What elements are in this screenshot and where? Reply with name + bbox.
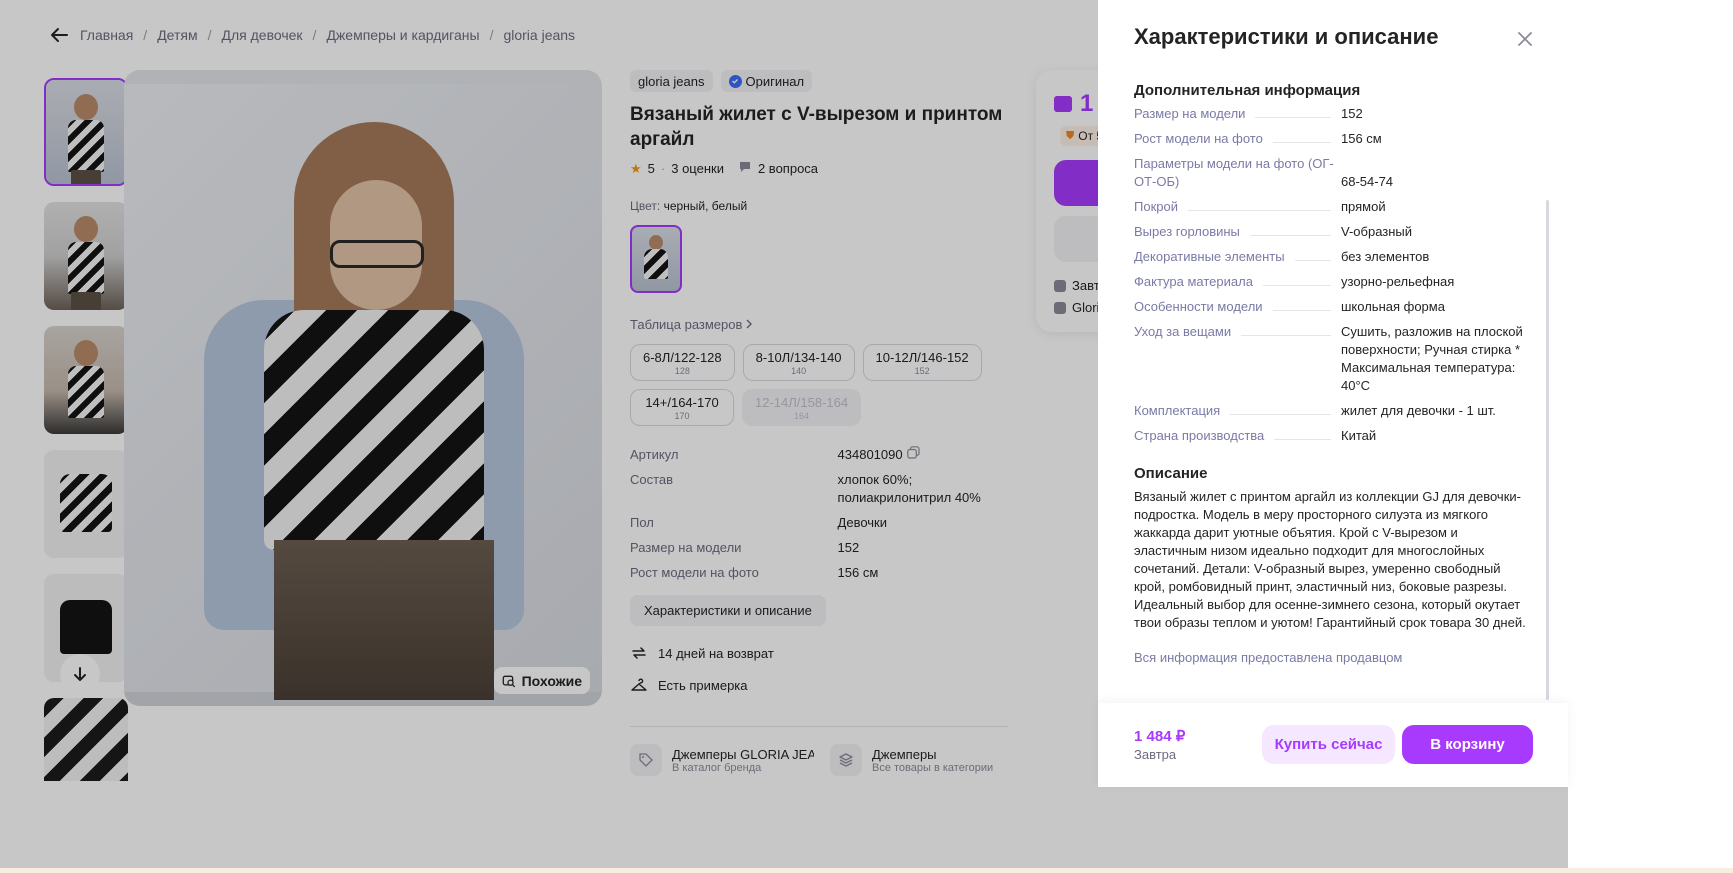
characteristic-name-label: Страна производства (1134, 428, 1265, 443)
characteristic-row: Покрой прямой (1134, 198, 1530, 216)
leader-line (1249, 235, 1331, 236)
characteristic-value: узорно-рельефная (1341, 274, 1455, 289)
characteristic-name-label: Параметры модели на фото (ОГ-ОТ-ОБ) (1134, 156, 1334, 189)
characteristic-name: Рост модели на фото (1134, 130, 1341, 148)
characteristic-name-label: Размер на модели (1134, 106, 1246, 121)
characteristic-value: 156 см (1341, 131, 1382, 146)
characteristic-name-label: Покрой (1134, 199, 1178, 214)
characteristic-row: Размер на модели 152 (1134, 105, 1530, 123)
page-margin (1568, 0, 1733, 873)
characteristic-value: V-образный (1341, 224, 1413, 239)
leader-line (1274, 439, 1331, 440)
leader-line (1272, 142, 1331, 143)
buy-now-button[interactable]: Купить сейчас (1262, 725, 1395, 764)
panel-content: Дополнительная информация Размер на моде… (1134, 82, 1530, 690)
characteristic-name: Покрой (1134, 198, 1341, 216)
description-text: Вязаный жилет с принтом аргайл из коллек… (1134, 489, 1526, 630)
leader-line (1255, 117, 1331, 118)
leader-line (1262, 285, 1331, 286)
characteristic-name-label: Уход за вещами (1134, 324, 1232, 339)
close-button[interactable] (1514, 28, 1536, 50)
seller-info-note: Вся информация предоставлена продавцом (1134, 650, 1403, 665)
characteristics-panel: Характеристики и описание Дополнительная… (1098, 0, 1568, 787)
characteristic-row: Фактура материала узорно-рельефная (1134, 273, 1530, 291)
characteristic-name: Декоративные элементы (1134, 248, 1341, 266)
characteristic-name-label: Вырез горловины (1134, 224, 1240, 239)
characteristic-name: Размер на модели (1134, 105, 1341, 123)
characteristic-name: Комплектация (1134, 402, 1341, 420)
characteristic-name: Особенности модели (1134, 298, 1341, 316)
characteristic-name-label: Декоративные элементы (1134, 249, 1285, 264)
characteristic-value: школьная форма (1341, 299, 1445, 314)
close-icon (1518, 32, 1532, 46)
characteristic-value: Сушить, разложив на плоской поверхности;… (1341, 324, 1523, 393)
characteristic-value: Китай (1341, 428, 1377, 443)
leader-line (1294, 260, 1331, 261)
characteristic-name: Фактура материала (1134, 273, 1341, 291)
characteristic-row: Вырез горловины V-образный (1134, 223, 1530, 241)
page-bottom-strip (0, 868, 1733, 873)
characteristic-value: прямой (1341, 199, 1386, 214)
characteristic-row: Особенности модели школьная форма (1134, 298, 1530, 316)
characteristic-name-label: Рост модели на фото (1134, 131, 1263, 146)
footer-delivery: Завтра (1134, 747, 1177, 762)
characteristic-name: Вырез горловины (1134, 223, 1341, 241)
characteristic-name: Параметры модели на фото (ОГ-ОТ-ОБ) (1134, 155, 1341, 191)
characteristic-name-label: Фактура материала (1134, 274, 1253, 289)
characteristic-value: 68-54-74 (1341, 174, 1394, 189)
footer-price: 1 484 ₽ (1134, 728, 1186, 745)
characteristic-value: без элементов (1341, 249, 1430, 264)
panel-title: Характеристики и описание (1134, 24, 1439, 49)
characteristic-row: Страна производства Китай (1134, 427, 1530, 445)
characteristic-row: Уход за вещами Сушить, разложив на плоск… (1134, 323, 1530, 395)
characteristic-row: Декоративные элементы без элементов (1134, 248, 1530, 266)
leader-line (1241, 335, 1331, 336)
characteristic-row: Рост модели на фото 156 см (1134, 130, 1530, 148)
extra-info-title: Дополнительная информация (1134, 82, 1361, 99)
leader-line (1230, 414, 1331, 415)
leader-line (1187, 210, 1331, 211)
characteristic-value: 152 (1341, 106, 1363, 121)
panel-scrollbar[interactable] (1546, 200, 1549, 700)
characteristic-row: Комплектация жилет для девочки - 1 шт. (1134, 402, 1530, 420)
characteristic-name: Уход за вещами (1134, 323, 1341, 341)
characteristic-value: жилет для девочки - 1 шт. (1341, 403, 1496, 418)
characteristic-name-label: Комплектация (1134, 403, 1221, 418)
characteristic-name: Страна производства (1134, 427, 1341, 445)
characteristic-row: Параметры модели на фото (ОГ-ОТ-ОБ) 68-5… (1134, 155, 1530, 191)
characteristic-name-label: Особенности модели (1134, 299, 1263, 314)
leader-line (1272, 310, 1331, 311)
panel-footer: 1 484 ₽ Завтра Купить сейчас В корзину (1098, 703, 1568, 787)
description-title: Описание (1134, 465, 1208, 482)
add-to-cart-button[interactable]: В корзину (1402, 725, 1533, 764)
